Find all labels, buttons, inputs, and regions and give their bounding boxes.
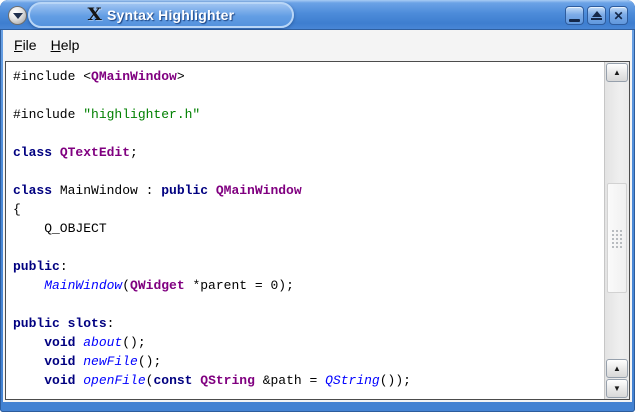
code-pane[interactable]: #include <QMainWindow> #include "highligh… xyxy=(6,62,604,399)
code-token: : xyxy=(106,316,115,331)
code-token: (); xyxy=(122,335,146,350)
maximize-icon xyxy=(591,11,602,20)
code-token: QMainWindow xyxy=(91,69,177,84)
code-line: { xyxy=(13,200,604,219)
arrow-up-icon: ▲ xyxy=(613,67,621,77)
chevron-down-icon xyxy=(12,13,23,19)
code-token: QString xyxy=(325,373,380,388)
code-token: QWidget xyxy=(130,278,185,293)
code-token: ( xyxy=(122,278,131,293)
code-token: (); xyxy=(137,354,162,369)
code-token: MainWindow : xyxy=(59,183,162,198)
code-token: class xyxy=(13,145,60,160)
code-token: void xyxy=(44,354,84,369)
code-token: "highlighter.h" xyxy=(83,107,201,122)
code-token: QTextEdit xyxy=(59,145,131,160)
arrow-down-icon: ▼ xyxy=(613,383,621,393)
code-line: Q_OBJECT xyxy=(13,219,604,238)
code-token: QMainWindow xyxy=(215,183,302,198)
code-line: void about(); xyxy=(13,333,604,352)
code-line: #include <QMainWindow> xyxy=(13,67,604,86)
scrollbar-thumb[interactable] xyxy=(607,183,627,293)
code-token: ; xyxy=(130,145,138,160)
close-icon: ✕ xyxy=(613,8,624,23)
code-line: void openFile(const QString &path = QStr… xyxy=(13,371,604,390)
code-token: class xyxy=(13,183,60,198)
code-line: #include "highlighter.h" xyxy=(13,105,604,124)
code-token: > xyxy=(176,69,185,84)
menu-item-file[interactable]: File xyxy=(7,33,44,57)
code-token: ()); xyxy=(379,373,411,388)
code-editor[interactable]: #include <QMainWindow> #include "highligh… xyxy=(5,61,630,400)
minimize-icon xyxy=(569,19,580,22)
menu-bar: File Help xyxy=(3,30,632,60)
code-line: class QTextEdit; xyxy=(13,143,604,162)
code-token: void xyxy=(44,373,84,388)
x11-app-icon: X xyxy=(87,4,102,25)
window-menu-button[interactable] xyxy=(8,6,27,25)
code-token: { xyxy=(13,202,21,217)
code-token: newFile xyxy=(83,354,138,369)
code-token: openFile xyxy=(83,373,146,388)
arrow-up-icon: ▲ xyxy=(613,363,621,373)
code-token: *parent = 0); xyxy=(184,278,294,293)
code-token: #include < xyxy=(13,69,92,84)
code-token: const xyxy=(153,373,201,388)
caption-buttons: ✕ xyxy=(565,6,628,25)
scrollbar-grip-icon xyxy=(610,228,624,248)
vertical-scrollbar[interactable]: ▲ ▲ ▼ xyxy=(604,62,629,399)
code-line: class MainWindow : public QMainWindow xyxy=(13,181,604,200)
code-token: MainWindow xyxy=(44,278,123,293)
code-line: public: xyxy=(13,257,604,276)
title-bar[interactable]: X Syntax Highlighter ✕ xyxy=(0,0,635,30)
scroll-down-button[interactable]: ▼ xyxy=(606,379,628,398)
code-line: void newFile(); xyxy=(13,352,604,371)
title-tab[interactable]: X Syntax Highlighter xyxy=(28,2,294,28)
menu-item-help[interactable]: Help xyxy=(44,33,87,57)
code-token: about xyxy=(83,335,123,350)
code-line: MainWindow(QWidget *parent = 0); xyxy=(13,276,604,295)
code-token: Q_OBJECT xyxy=(13,221,107,236)
code-token: : xyxy=(59,259,68,274)
scroll-up-button[interactable]: ▲ xyxy=(606,63,628,82)
code-token: #include xyxy=(13,107,84,122)
code-token: &path = xyxy=(254,373,326,388)
code-token: public xyxy=(13,259,60,274)
app-window: X Syntax Highlighter ✕ File Help #include… xyxy=(0,0,635,412)
scroll-up-button-bottom[interactable]: ▲ xyxy=(606,359,628,378)
minimize-button[interactable] xyxy=(565,6,584,25)
window-title: Syntax Highlighter xyxy=(106,7,235,23)
code-token: void xyxy=(44,335,84,350)
close-button[interactable]: ✕ xyxy=(609,6,628,25)
code-token: public slots xyxy=(13,316,107,331)
code-line: public slots: xyxy=(13,314,604,333)
code-token: QString xyxy=(200,373,255,388)
maximize-button[interactable] xyxy=(587,6,606,25)
code-token: public xyxy=(161,183,216,198)
window-body: File Help #include <QMainWindow> #include … xyxy=(3,30,632,402)
